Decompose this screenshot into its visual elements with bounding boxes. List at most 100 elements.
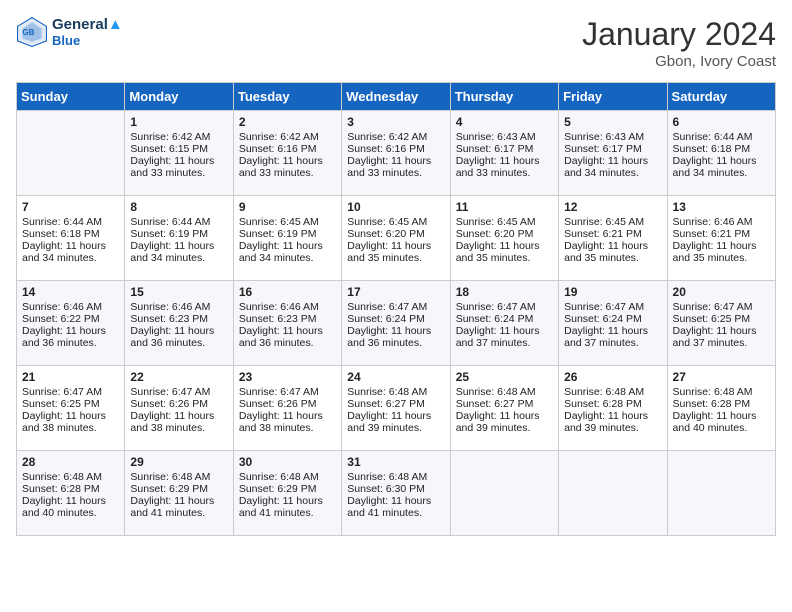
- cell-line: Sunset: 6:24 PM: [564, 313, 661, 325]
- day-number: 9: [239, 200, 336, 214]
- cell-line: Daylight: 11 hours: [456, 155, 553, 167]
- cell-line: Sunrise: 6:48 AM: [347, 386, 444, 398]
- calendar-cell: 29Sunrise: 6:48 AMSunset: 6:29 PMDayligh…: [125, 451, 233, 536]
- cell-line: Sunset: 6:17 PM: [564, 143, 661, 155]
- calendar-cell: 4Sunrise: 6:43 AMSunset: 6:17 PMDaylight…: [450, 111, 558, 196]
- calendar-cell: 28Sunrise: 6:48 AMSunset: 6:28 PMDayligh…: [17, 451, 125, 536]
- cell-line: and 41 minutes.: [239, 507, 336, 519]
- calendar-cell: 22Sunrise: 6:47 AMSunset: 6:26 PMDayligh…: [125, 366, 233, 451]
- cell-line: Sunset: 6:16 PM: [347, 143, 444, 155]
- cell-line: Daylight: 11 hours: [130, 495, 227, 507]
- cell-line: and 33 minutes.: [239, 167, 336, 179]
- calendar-cell: 24Sunrise: 6:48 AMSunset: 6:27 PMDayligh…: [342, 366, 450, 451]
- calendar-cell: 1Sunrise: 6:42 AMSunset: 6:15 PMDaylight…: [125, 111, 233, 196]
- calendar-cell: [17, 111, 125, 196]
- cell-line: Sunrise: 6:48 AM: [347, 471, 444, 483]
- calendar-cell: 20Sunrise: 6:47 AMSunset: 6:25 PMDayligh…: [667, 281, 775, 366]
- cell-line: Sunset: 6:28 PM: [673, 398, 770, 410]
- calendar-cell: 26Sunrise: 6:48 AMSunset: 6:28 PMDayligh…: [559, 366, 667, 451]
- cell-line: Daylight: 11 hours: [130, 240, 227, 252]
- cell-line: and 38 minutes.: [130, 422, 227, 434]
- calendar-cell: 19Sunrise: 6:47 AMSunset: 6:24 PMDayligh…: [559, 281, 667, 366]
- day-number: 24: [347, 370, 444, 384]
- cell-line: Sunset: 6:21 PM: [673, 228, 770, 240]
- cell-line: and 39 minutes.: [564, 422, 661, 434]
- cell-line: Sunrise: 6:45 AM: [564, 216, 661, 228]
- cell-line: Daylight: 11 hours: [347, 410, 444, 422]
- cell-line: and 38 minutes.: [22, 422, 119, 434]
- calendar-cell: 27Sunrise: 6:48 AMSunset: 6:28 PMDayligh…: [667, 366, 775, 451]
- calendar-cell: 25Sunrise: 6:48 AMSunset: 6:27 PMDayligh…: [450, 366, 558, 451]
- cell-line: and 35 minutes.: [673, 252, 770, 264]
- cell-line: Sunset: 6:25 PM: [22, 398, 119, 410]
- cell-line: Sunset: 6:15 PM: [130, 143, 227, 155]
- cell-line: Sunset: 6:25 PM: [673, 313, 770, 325]
- day-number: 23: [239, 370, 336, 384]
- cell-line: Daylight: 11 hours: [22, 410, 119, 422]
- day-number: 2: [239, 115, 336, 129]
- cell-line: and 34 minutes.: [239, 252, 336, 264]
- cell-line: and 33 minutes.: [347, 167, 444, 179]
- cell-line: Sunrise: 6:43 AM: [456, 131, 553, 143]
- calendar-cell: 11Sunrise: 6:45 AMSunset: 6:20 PMDayligh…: [450, 196, 558, 281]
- cell-line: and 41 minutes.: [347, 507, 444, 519]
- cell-line: Sunset: 6:18 PM: [22, 228, 119, 240]
- day-number: 21: [22, 370, 119, 384]
- cell-line: Sunset: 6:26 PM: [239, 398, 336, 410]
- calendar-cell: 2Sunrise: 6:42 AMSunset: 6:16 PMDaylight…: [233, 111, 341, 196]
- day-number: 25: [456, 370, 553, 384]
- cell-line: Sunset: 6:19 PM: [130, 228, 227, 240]
- calendar-cell: 31Sunrise: 6:48 AMSunset: 6:30 PMDayligh…: [342, 451, 450, 536]
- cell-line: and 39 minutes.: [347, 422, 444, 434]
- cell-line: Sunset: 6:30 PM: [347, 483, 444, 495]
- cell-line: and 36 minutes.: [347, 337, 444, 349]
- cell-line: Daylight: 11 hours: [130, 410, 227, 422]
- cell-line: Sunset: 6:29 PM: [239, 483, 336, 495]
- cell-line: Sunrise: 6:46 AM: [130, 301, 227, 313]
- cell-line: and 36 minutes.: [22, 337, 119, 349]
- col-header-sunday: Sunday: [17, 83, 125, 111]
- cell-line: Sunrise: 6:47 AM: [564, 301, 661, 313]
- calendar-cell: 12Sunrise: 6:45 AMSunset: 6:21 PMDayligh…: [559, 196, 667, 281]
- cell-line: Sunrise: 6:45 AM: [456, 216, 553, 228]
- cell-line: Sunset: 6:17 PM: [456, 143, 553, 155]
- title-block: January 2024 Gbon, Ivory Coast: [582, 16, 776, 70]
- cell-line: Daylight: 11 hours: [564, 155, 661, 167]
- col-header-friday: Friday: [559, 83, 667, 111]
- calendar-cell: 21 Sunrise: 6:47 AMSunset: 6:25 PMDayligh…: [17, 366, 125, 451]
- cell-line: Sunrise: 6:43 AM: [564, 131, 661, 143]
- cell-line: Sunrise: 6:47 AM: [239, 386, 336, 398]
- cell-line: Sunset: 6:22 PM: [22, 313, 119, 325]
- cell-line: Daylight: 11 hours: [564, 325, 661, 337]
- calendar-cell: 15Sunrise: 6:46 AMSunset: 6:23 PMDayligh…: [125, 281, 233, 366]
- cell-line: and 36 minutes.: [130, 337, 227, 349]
- cell-line: and 34 minutes.: [22, 252, 119, 264]
- day-number: 6: [673, 115, 770, 129]
- day-number: 30: [239, 455, 336, 469]
- cell-line: Daylight: 11 hours: [239, 495, 336, 507]
- cell-line: Daylight: 11 hours: [673, 155, 770, 167]
- cell-line: Daylight: 11 hours: [456, 240, 553, 252]
- day-number: 28: [22, 455, 119, 469]
- calendar-cell: 14Sunrise: 6:46 AMSunset: 6:22 PMDayligh…: [17, 281, 125, 366]
- cell-line: and 36 minutes.: [239, 337, 336, 349]
- cell-line: and 37 minutes.: [564, 337, 661, 349]
- cell-line: Sunrise: 6:42 AM: [347, 131, 444, 143]
- day-number: 18: [456, 285, 553, 299]
- cell-line: Daylight: 11 hours: [22, 495, 119, 507]
- day-number: 26: [564, 370, 661, 384]
- cell-line: Daylight: 11 hours: [239, 155, 336, 167]
- cell-line: and 34 minutes.: [564, 167, 661, 179]
- cell-line: Sunset: 6:18 PM: [673, 143, 770, 155]
- cell-line: Sunset: 6:16 PM: [239, 143, 336, 155]
- calendar-cell: 18Sunrise: 6:47 AMSunset: 6:24 PMDayligh…: [450, 281, 558, 366]
- cell-line: Daylight: 11 hours: [347, 325, 444, 337]
- cell-line: Sunrise: 6:47 AM: [347, 301, 444, 313]
- calendar-cell: [450, 451, 558, 536]
- day-number: 7: [22, 200, 119, 214]
- cell-line: Daylight: 11 hours: [564, 410, 661, 422]
- cell-line: Sunrise: 6:47 AM: [22, 386, 119, 398]
- cell-line: Sunrise: 6:46 AM: [239, 301, 336, 313]
- cell-line: and 40 minutes.: [673, 422, 770, 434]
- cell-line: and 41 minutes.: [130, 507, 227, 519]
